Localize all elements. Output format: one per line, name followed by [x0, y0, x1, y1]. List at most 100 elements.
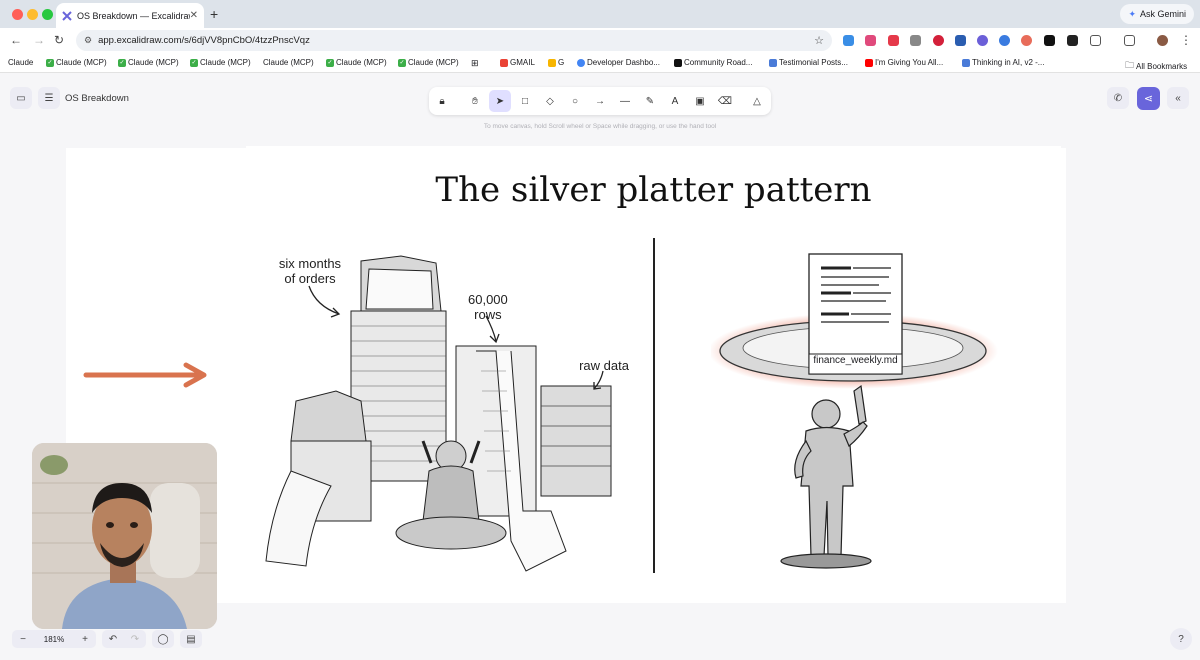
bookmark-label: I'm Giving You All... — [875, 58, 944, 67]
text-tool-icon[interactable]: A — [664, 90, 686, 112]
raw-data-annotation: raw data — [574, 358, 634, 373]
forward-icon[interactable]: → — [33, 33, 45, 47]
bookmark-item[interactable]: Claude (MCP) — [263, 58, 314, 67]
browser-tab[interactable]: OS Breakdown — Excalidraw ✕ — [56, 3, 204, 28]
zoom-out-button[interactable]: − — [12, 630, 34, 648]
bookmark-item[interactable]: ✓ Claude (MCP) — [326, 58, 387, 67]
bookmark-label: Claude (MCP) — [128, 58, 179, 67]
line-tool-icon[interactable]: — — [614, 90, 636, 112]
bookmark-item[interactable]: Developer Dashbo... — [577, 58, 660, 67]
bookmark-label: Claude — [8, 58, 34, 67]
eraser-tool-icon[interactable]: ⌫ — [714, 90, 736, 112]
main-menu-icon[interactable]: ☰ — [38, 87, 60, 109]
profile-avatar[interactable] — [1157, 35, 1168, 46]
extension-icon[interactable] — [1067, 35, 1078, 46]
image-tool-icon[interactable]: ▣ — [689, 90, 711, 112]
folder-icon: 🗀 — [1125, 60, 1135, 70]
mail-extension-icon[interactable] — [910, 35, 921, 46]
apps-grid-icon[interactable]: ⊞ — [471, 58, 479, 69]
close-window-button[interactable] — [12, 9, 23, 20]
extension-icon[interactable] — [933, 35, 944, 46]
side-panel-icon[interactable] — [1124, 35, 1135, 46]
hand-tool-icon[interactable]: ✋︎ — [464, 90, 486, 112]
extension-icon[interactable] — [999, 35, 1010, 46]
reload-icon[interactable]: ↻ — [54, 33, 64, 47]
check-icon: ✓ — [190, 58, 198, 67]
zoom-in-button[interactable]: + — [74, 630, 96, 648]
orange-arrow[interactable] — [82, 360, 212, 390]
arrow-tool-icon[interactable]: → — [589, 90, 611, 112]
bookmark-item[interactable]: Thinking in AI, v2 -... — [962, 58, 1044, 67]
silver-platter-illustration — [711, 253, 998, 569]
zoom-level[interactable]: 181% — [34, 630, 74, 648]
extra-tools-icon[interactable]: △ — [746, 90, 768, 112]
redo-button[interactable]: ↷ — [124, 630, 146, 648]
extension-icon[interactable] — [888, 35, 899, 46]
maximize-window-button[interactable] — [42, 9, 53, 20]
extension-icon[interactable] — [977, 35, 988, 46]
tweet-icon — [674, 58, 682, 67]
shape-toolbar: 🔒︎ ✋︎ ➤ □ ◇ ○ → — ✎ A ▣ ⌫ △ — [429, 87, 771, 115]
new-tab-button[interactable]: + — [210, 6, 218, 22]
extension-icon[interactable] — [955, 35, 966, 46]
doc-icon — [769, 58, 777, 67]
back-icon[interactable]: ← — [10, 33, 22, 47]
youtube-icon — [865, 58, 873, 67]
tab-close-icon[interactable]: ✕ — [190, 10, 198, 21]
site-info-icon[interactable]: ⚙ — [84, 35, 92, 46]
undo-button[interactable]: ↶ — [102, 630, 124, 648]
help-icon[interactable]: ? — [1170, 628, 1192, 650]
bookmark-item[interactable]: ✓ Claude (MCP) — [190, 58, 251, 67]
minimize-window-button[interactable] — [27, 9, 38, 20]
rows-annotation: 60,000 rows — [468, 292, 508, 322]
bookmark-label: Thinking in AI, v2 -... — [972, 58, 1045, 67]
url-text: app.excalidraw.com/s/6djVV8pnCbO/4tzzPns… — [98, 35, 310, 46]
bookmark-label: Claude (MCP) — [263, 58, 314, 67]
annotation-line: six months — [278, 256, 342, 271]
comment-icon[interactable]: ◯ — [152, 630, 174, 648]
bookmark-label: Claude (MCP) — [408, 58, 459, 67]
bookmark-item[interactable]: ✓ Claude (MCP) — [118, 58, 179, 67]
extension-icon[interactable] — [1044, 35, 1055, 46]
document-name: OS Breakdown — [65, 93, 129, 104]
slide-image[interactable]: The silver platter pattern six months of… — [246, 146, 1061, 603]
all-bookmarks-button[interactable]: 🗀 All Bookmarks — [1125, 58, 1187, 74]
bookmark-label: Testimonial Posts... — [779, 58, 848, 67]
address-bar[interactable]: ⚙ app.excalidraw.com/s/6djVV8pnCbO/4tzzP… — [76, 30, 832, 51]
bookmark-label: GMAIL — [510, 58, 535, 67]
extensions-puzzle-icon[interactable] — [1090, 35, 1101, 46]
ellipse-tool-icon[interactable]: ○ — [564, 90, 586, 112]
check-icon: ✓ — [118, 58, 126, 67]
bookmark-label: G — [558, 58, 565, 67]
ask-gemini-button[interactable]: ✦ Ask Gemini — [1120, 4, 1194, 24]
lock-icon[interactable]: 🔒︎ — [431, 90, 453, 112]
extension-icon[interactable] — [865, 35, 876, 46]
selection-tool-icon[interactable]: ➤ — [489, 90, 511, 112]
bookmark-item[interactable]: G — [548, 58, 564, 67]
pencil-tool-icon[interactable]: ✎ — [639, 90, 661, 112]
share-button[interactable]: ⋖ — [1137, 87, 1160, 110]
six-months-annotation: six months of orders — [270, 256, 350, 286]
collab-call-icon[interactable]: ✆ — [1107, 87, 1129, 109]
bookmark-item[interactable]: ✓ Claude (MCP) — [46, 58, 107, 67]
slide-title: The silver platter pattern — [435, 170, 872, 210]
presentation-icon[interactable]: ▤ — [180, 630, 202, 648]
rectangle-tool-icon[interactable]: □ — [514, 90, 536, 112]
bookmark-item[interactable]: Claude — [8, 58, 33, 67]
bookmark-item[interactable]: ✓ Claude (MCP) — [398, 58, 459, 67]
diamond-tool-icon[interactable]: ◇ — [539, 90, 561, 112]
collapse-sidebar-icon[interactable]: « — [1167, 87, 1189, 109]
bookmark-label: Developer Dashbo... — [587, 58, 660, 67]
bookmark-item[interactable]: GMAIL — [500, 58, 535, 67]
bookmark-item[interactable]: I'm Giving You All... — [865, 58, 943, 67]
bookmark-star-icon[interactable]: ☆ — [814, 34, 824, 47]
menu-dots-icon[interactable]: ⋮ — [1180, 33, 1192, 47]
drive-icon — [548, 58, 556, 67]
check-icon: ✓ — [326, 58, 334, 67]
bookmark-item[interactable]: Testimonial Posts... — [769, 58, 848, 67]
google-icon — [577, 58, 585, 67]
bookmark-item[interactable]: Community Road... — [674, 58, 752, 67]
library-icon[interactable]: ▭ — [10, 87, 32, 109]
extension-icon[interactable] — [1021, 35, 1032, 46]
extension-icon[interactable] — [843, 35, 854, 46]
